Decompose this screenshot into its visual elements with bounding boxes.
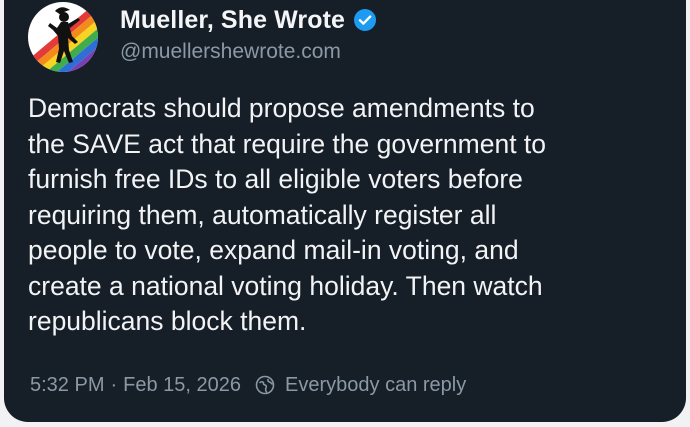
screenshot-frame: Mueller, She Wrote @muellershewrote.com …	[0, 0, 690, 427]
meta-separator: ·	[110, 373, 118, 396]
post-text-line: requiring them, automatically register a…	[28, 199, 497, 230]
reply-setting-label[interactable]: Everybody can reply	[285, 374, 466, 397]
post-text-line: Democrats should propose amendments to	[28, 93, 535, 123]
author-handle[interactable]: @muellershewrote.com	[120, 40, 341, 64]
post-time[interactable]: 5:32 PM	[30, 374, 104, 397]
avatar[interactable]	[28, 2, 98, 72]
author-display-name[interactable]: Mueller, She Wrote	[120, 6, 345, 35]
post-text-line: people to vote, expand mail-in voting, a…	[28, 235, 519, 265]
rainbow-silhouette-avatar-icon	[28, 2, 98, 72]
post-card[interactable]: Mueller, She Wrote @muellershewrote.com …	[4, 0, 686, 422]
author-name-row: Mueller, She Wrote	[120, 6, 377, 34]
post-body-text: Democrats should propose amendments to t…	[28, 91, 668, 340]
post-text-line: republicans block them.	[28, 306, 307, 336]
post-meta-row: 5:32 PM · Feb 15, 2026 Everybody can rep…	[30, 372, 466, 398]
verified-badge-icon	[353, 8, 377, 32]
post-text-line: create a national voting holiday. Then w…	[28, 270, 543, 301]
post-date[interactable]: Feb 15, 2026	[123, 374, 241, 397]
post-text-line: furnish free IDs to all eligible voters …	[28, 164, 523, 194]
post-text-line: the SAVE act that require the government…	[28, 128, 547, 159]
globe-icon	[255, 375, 275, 395]
